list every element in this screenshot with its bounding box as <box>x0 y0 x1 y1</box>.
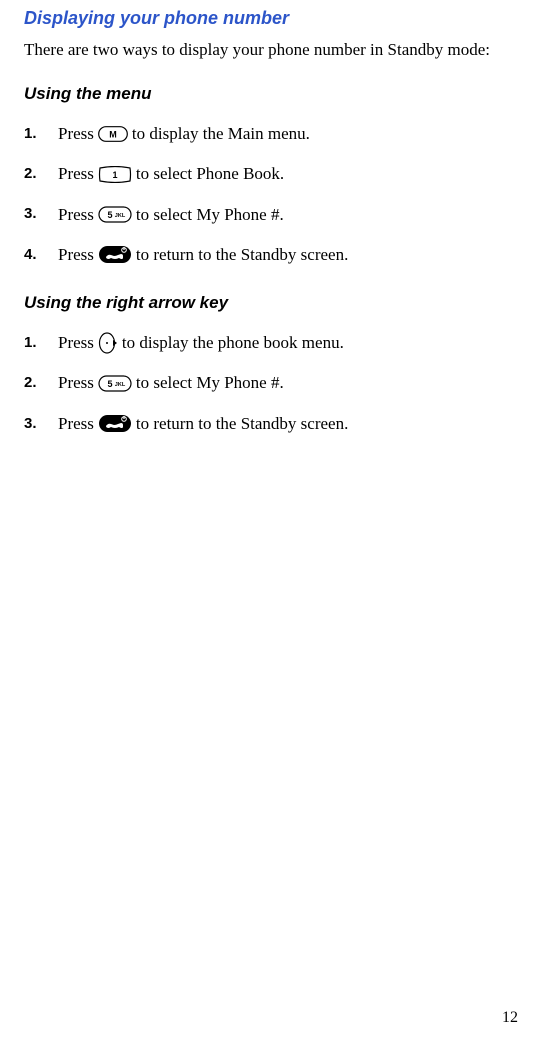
page-number: 12 <box>502 1009 518 1027</box>
step-number: 3. <box>24 200 58 229</box>
step-pre: Press <box>58 199 94 231</box>
step-number: 1. <box>24 120 58 149</box>
step-number: 2. <box>24 369 58 398</box>
list-item: 3. Press to return to the Standby screen… <box>24 408 518 440</box>
list-item: 2. Press 5 JKL to select My Phone #. <box>24 367 518 399</box>
step-text: Press 5 JKL to select My Phone #. <box>58 199 284 231</box>
key-1-icon: 1 <box>98 166 132 183</box>
end-key-icon <box>98 414 132 433</box>
step-post: to display the phone book menu. <box>122 327 344 359</box>
svg-text:5: 5 <box>107 210 112 220</box>
step-number: 2. <box>24 160 58 189</box>
arrow-method-heading: Using the right arrow key <box>24 293 518 313</box>
section-intro: There are two ways to display your phone… <box>24 39 518 62</box>
step-pre: Press <box>58 408 94 440</box>
list-item: 1. Press to display the phone book menu. <box>24 327 518 359</box>
step-pre: Press <box>58 158 94 190</box>
menu-method-heading: Using the menu <box>24 84 518 104</box>
svg-text:JKL: JKL <box>115 213 126 219</box>
svg-text:1: 1 <box>112 170 117 180</box>
list-item: 3. Press 5 JKL to select My Phone #. <box>24 199 518 231</box>
step-text: Press 5 JKL to select My Phone #. <box>58 367 284 399</box>
svg-text:JKL: JKL <box>115 382 126 388</box>
step-number: 4. <box>24 241 58 270</box>
section-title: Displaying your phone number <box>24 8 518 29</box>
step-text: Press M to display the Main menu. <box>58 118 310 150</box>
step-post: to return to the Standby screen. <box>136 239 348 271</box>
step-number: 1. <box>24 329 58 358</box>
list-item: 1. Press M to display the Main menu. <box>24 118 518 150</box>
key-5jkl-icon: 5 JKL <box>98 375 132 392</box>
step-post: to select My Phone #. <box>136 367 284 399</box>
list-item: 4. Press to return to the Standby screen… <box>24 239 518 271</box>
right-arrow-key-icon <box>98 332 118 354</box>
svg-text:5: 5 <box>107 379 112 389</box>
step-text: Press 1 to select Phone Book. <box>58 158 284 190</box>
menu-method-steps: 1. Press M to display the Main menu. 2. … <box>24 118 518 271</box>
step-post: to select My Phone #. <box>136 199 284 231</box>
arrow-method-steps: 1. Press to display the phone book menu.… <box>24 327 518 440</box>
m-key-icon: M <box>98 126 128 142</box>
step-text: Press to return to the Standby screen. <box>58 408 348 440</box>
step-post: to display the Main menu. <box>132 118 310 150</box>
list-item: 2. Press 1 to select Phone Book. <box>24 158 518 190</box>
step-pre: Press <box>58 367 94 399</box>
key-5jkl-icon: 5 JKL <box>98 206 132 223</box>
step-pre: Press <box>58 327 94 359</box>
step-number: 3. <box>24 410 58 439</box>
step-pre: Press <box>58 118 94 150</box>
step-post: to return to the Standby screen. <box>136 408 348 440</box>
end-key-icon <box>98 245 132 264</box>
step-pre: Press <box>58 239 94 271</box>
step-text: Press to display the phone book menu. <box>58 327 344 359</box>
step-post: to select Phone Book. <box>136 158 284 190</box>
step-text: Press to return to the Standby screen. <box>58 239 348 271</box>
svg-text:M: M <box>109 130 117 140</box>
